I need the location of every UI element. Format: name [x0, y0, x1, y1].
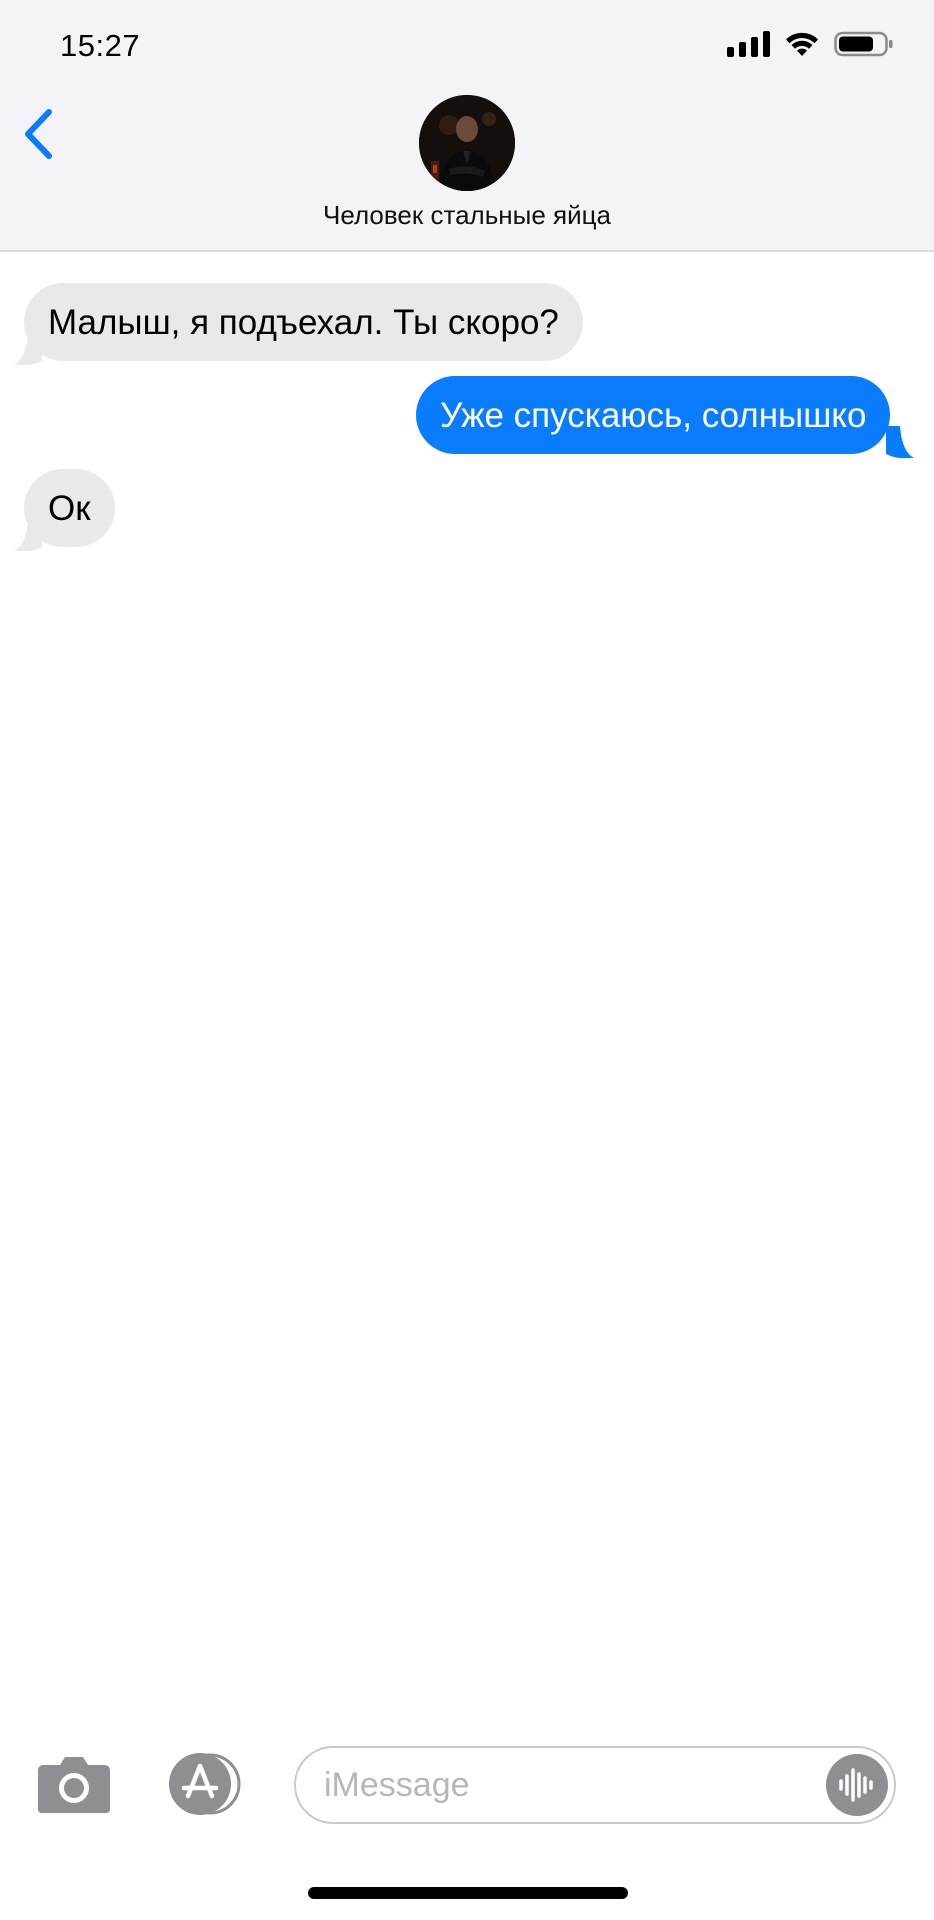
message-bubble-outgoing[interactable]: Уже спускаюсь, солнышко — [416, 376, 891, 454]
home-indicator[interactable] — [308, 1887, 628, 1899]
conversation-header: 15:27 Человек стальные яйца — [0, 0, 934, 252]
message-text: Уже спускаюсь, солнышко — [440, 395, 867, 435]
back-button[interactable] — [18, 104, 58, 164]
bubble-tail — [14, 333, 42, 365]
signal-icon — [727, 31, 770, 57]
avatar[interactable] — [419, 95, 515, 191]
audio-waveform-icon — [839, 1768, 873, 1802]
battery-icon — [834, 31, 893, 57]
status-icons — [727, 30, 894, 58]
camera-button[interactable] — [36, 1755, 112, 1815]
bubble-tail — [886, 426, 914, 458]
messages-screen: 15:27 Человек стальные яйца Малыш, я под… — [0, 0, 934, 1920]
message-text: Ок — [48, 488, 91, 528]
chevron-left-icon — [25, 109, 52, 159]
app-store-button[interactable] — [160, 1752, 246, 1816]
imessage-placeholder: iMessage — [324, 1766, 470, 1804]
imessage-input[interactable]: iMessage — [294, 1746, 896, 1824]
message-text: Малыш, я подъехал. Ты скоро? — [48, 302, 559, 342]
contact-photo — [419, 95, 515, 191]
status-time: 15:27 — [60, 28, 141, 63]
wifi-icon — [786, 32, 818, 56]
bubble-tail — [14, 519, 42, 551]
camera-icon — [38, 1757, 110, 1813]
app-store-icon — [169, 1753, 241, 1815]
message-bubble-incoming[interactable]: Малыш, я подъехал. Ты скоро? — [24, 283, 583, 361]
audio-message-button[interactable] — [826, 1754, 888, 1816]
contact-name[interactable]: Человек стальные яйца — [0, 200, 934, 231]
